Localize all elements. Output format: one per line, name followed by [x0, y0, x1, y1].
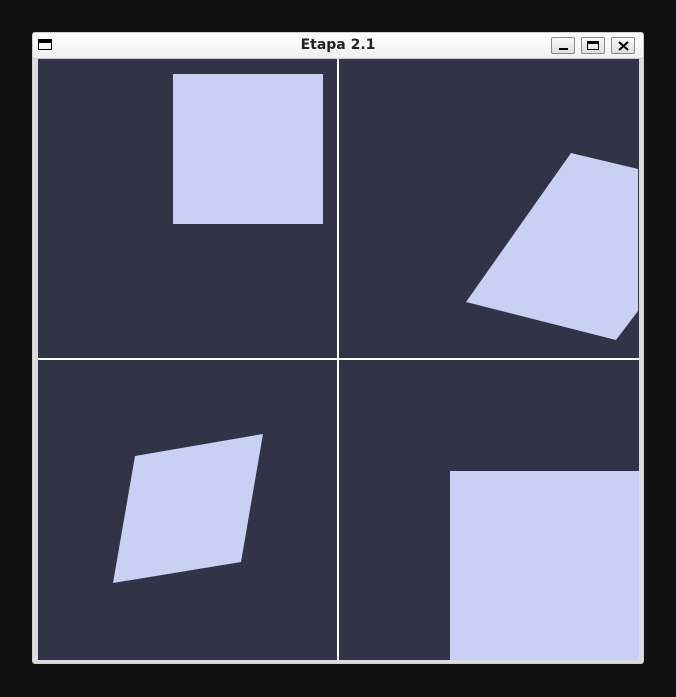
viewport-bottom-right	[339, 360, 639, 660]
viewport-bottom-left	[38, 360, 337, 660]
skewed-quad-shape	[113, 434, 263, 583]
close-button[interactable]	[611, 37, 635, 54]
minimize-button[interactable]	[551, 37, 575, 54]
app-window: Etapa 2.1	[32, 32, 644, 664]
horizontal-divider	[38, 358, 639, 360]
render-canvas[interactable]	[38, 59, 639, 660]
square-shape	[173, 74, 323, 224]
viewport-top-right	[339, 59, 639, 358]
viewport-top-left	[38, 59, 337, 358]
scaled-square-shape	[450, 471, 639, 660]
title-bar[interactable]: Etapa 2.1	[33, 33, 643, 59]
maximize-button[interactable]	[581, 37, 605, 54]
close-icon	[618, 41, 629, 51]
